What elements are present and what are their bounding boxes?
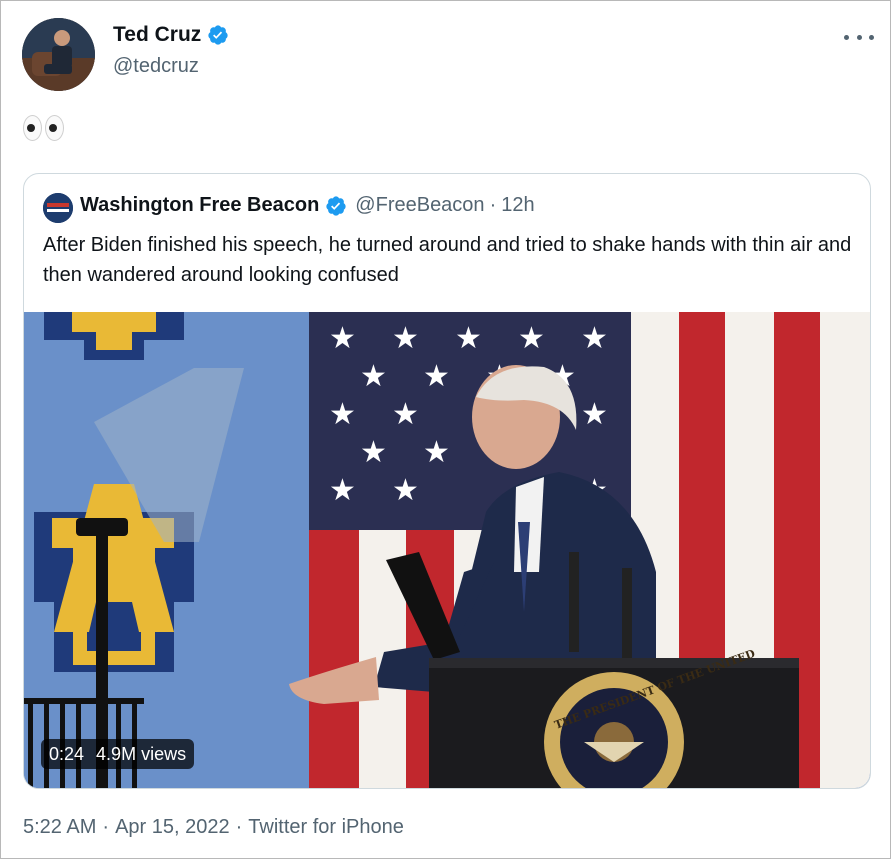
video-frame: ★ ★ ★ ★ ★ ★ ★ ★ ★ ★ ★ ★ ★ ★ ★ ★ ★ <box>24 312 870 788</box>
verified-badge-icon <box>326 195 346 216</box>
video-duration: 0:24 <box>49 743 85 764</box>
video-info-overlay: 0:24 4.9M views <box>41 739 195 769</box>
svg-text:★: ★ <box>329 397 356 432</box>
quoted-avatar[interactable] <box>43 193 73 223</box>
video-player[interactable]: ★ ★ ★ ★ ★ ★ ★ ★ ★ ★ ★ ★ ★ ★ ★ ★ ★ <box>24 312 870 788</box>
svg-text:★: ★ <box>392 321 419 356</box>
svg-text:★: ★ <box>329 321 356 356</box>
svg-text:★: ★ <box>423 435 450 470</box>
tweet-source[interactable]: Twitter for iPhone <box>248 816 404 839</box>
svg-text:★: ★ <box>518 321 545 356</box>
quoted-tweet[interactable]: Washington Free Beacon @FreeBeacon · 12h… <box>23 173 871 789</box>
video-views: 4.9M views <box>96 743 187 764</box>
tweet-footer: 5:22 AM · Apr 15, 2022 · Twitter for iPh… <box>23 816 404 839</box>
svg-text:★: ★ <box>360 435 387 470</box>
separator: · <box>489 194 497 216</box>
svg-text:★: ★ <box>581 397 608 432</box>
svg-text:★: ★ <box>392 473 419 508</box>
quoted-author-handle[interactable]: @FreeBeacon <box>355 194 484 217</box>
quoted-author-name[interactable]: Washington Free Beacon <box>80 194 319 217</box>
svg-text:★: ★ <box>392 397 419 432</box>
svg-text:★: ★ <box>329 473 356 508</box>
tweet-card: Ted Cruz @tedcruz Washington Free Beacon <box>0 0 891 859</box>
tweet-date[interactable]: Apr 15, 2022 <box>115 816 230 839</box>
separator: · <box>102 816 110 838</box>
separator: · <box>235 816 243 838</box>
avatar[interactable] <box>22 18 95 91</box>
quoted-timestamp[interactable]: 12h <box>501 194 534 217</box>
more-options-icon[interactable] <box>844 29 874 45</box>
quoted-tweet-text: After Biden finished his speech, he turn… <box>43 234 852 286</box>
svg-text:★: ★ <box>581 321 608 356</box>
author-handle[interactable]: @tedcruz <box>113 55 199 78</box>
svg-text:★: ★ <box>360 359 387 394</box>
svg-text:★: ★ <box>423 359 450 394</box>
svg-text:★: ★ <box>455 321 482 356</box>
eyes-emoji-icon <box>23 115 64 141</box>
author-name[interactable]: Ted Cruz <box>113 23 201 47</box>
tweet-time[interactable]: 5:22 AM <box>23 816 96 839</box>
verified-badge-icon <box>208 25 228 45</box>
